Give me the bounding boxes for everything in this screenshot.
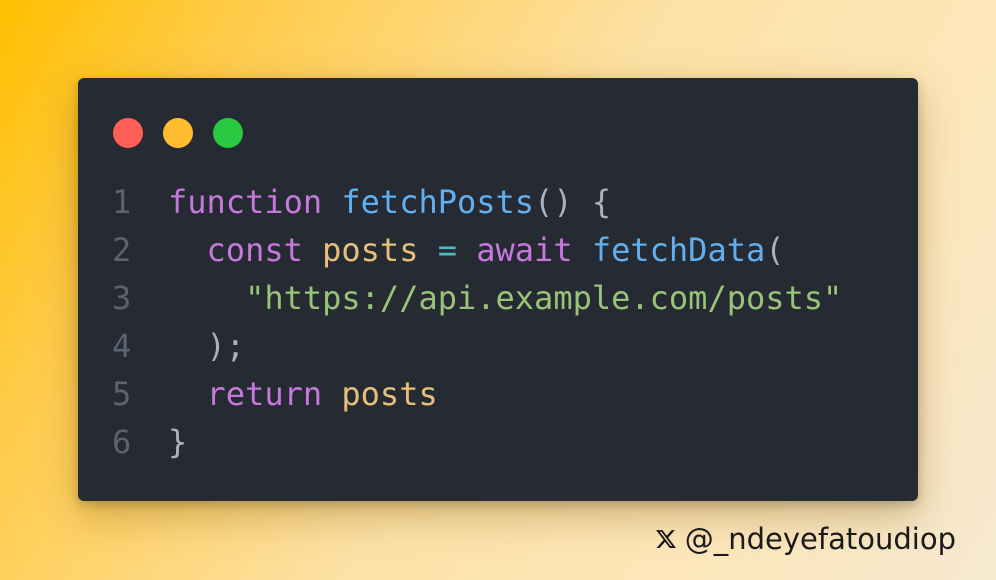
code-token: fetchPosts [341,183,535,221]
maximize-dot-icon[interactable] [213,118,243,148]
code-line-content: } [168,423,187,461]
line-number: 1 [112,183,132,221]
code-line: 5 return posts [108,370,898,418]
code-line-content: function fetchPosts() { [168,183,611,221]
code-token: ); [168,327,246,365]
code-line-content: ); [168,327,246,365]
code-token: function [168,183,323,221]
code-block: 1 function fetchPosts() { 2 const posts = … [108,178,898,466]
line-number: 3 [112,279,132,317]
line-number: 4 [112,327,132,365]
code-token: const [206,231,303,269]
code-line: 3 "https://api.example.com/posts" [108,274,898,322]
code-line: 1 function fetchPosts() { [108,178,898,226]
code-window: 1 function fetchPosts() { 2 const posts = … [78,78,918,501]
close-dot-icon[interactable] [113,118,143,148]
code-token: posts [341,375,438,413]
code-token: return [206,375,323,413]
code-token: = [437,231,457,269]
code-token: () { [534,183,612,221]
code-token: await [476,231,573,269]
code-line: 6} [108,418,898,466]
code-token: posts [322,231,419,269]
author-credit: @_ndeyefatoudiop [655,522,956,556]
code-line: 4 ); [108,322,898,370]
line-number: 6 [112,423,132,461]
line-number: 2 [112,231,132,269]
code-token: fetchData [591,231,766,269]
code-line: 2 const posts = await fetchData( [108,226,898,274]
minimize-dot-icon[interactable] [163,118,193,148]
author-handle: @_ndeyefatoudiop [684,522,956,556]
code-line-content: "https://api.example.com/posts" [168,279,842,317]
x-logo-icon [655,530,676,548]
code-token: } [168,423,188,461]
window-controls [113,118,243,148]
code-line-content: return posts [168,375,438,413]
code-token: "https://api.example.com/posts" [245,279,843,317]
code-token: ( [765,231,785,269]
line-number: 5 [112,375,132,413]
code-line-content: const posts = await fetchData( [168,231,785,269]
